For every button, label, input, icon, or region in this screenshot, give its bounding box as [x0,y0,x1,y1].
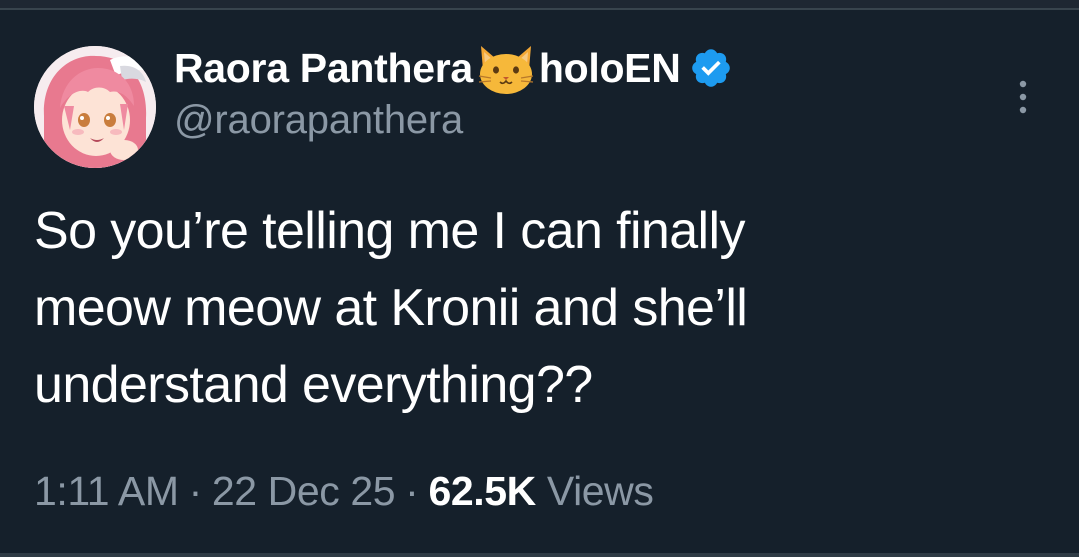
meta-separator: · [405,468,419,514]
views-count: 62.5K [428,468,536,514]
verified-badge-icon[interactable] [689,46,733,90]
avatar[interactable] [34,46,156,168]
views-label: Views [546,468,654,514]
top-divider [0,0,1079,10]
tweet-time[interactable]: 1:11 AM [34,468,179,514]
cat-face-icon [473,40,539,96]
tweet: Raora Panthera holoEN @raorapanthera So … [0,10,1079,553]
bottom-divider [0,553,1079,557]
avatar-image [34,46,156,168]
tweet-text-line: understand everything?? [34,356,593,414]
tweet-header: Raora Panthera holoEN @raorapanthera [174,40,999,143]
tweet-date[interactable]: 22 Dec 25 [212,468,396,514]
user-handle[interactable]: @raorapanthera [174,98,999,143]
tweet-text-line: So you’re telling me I can finally [34,202,745,260]
meta-separator: · [188,468,203,514]
tweet-text-line: meow meow at Kronii and she’ll [34,279,748,337]
tweet-text: So you’re telling me I can finally meow … [34,193,1044,424]
display-name-suffix[interactable]: holoEN [539,45,681,92]
name-row: Raora Panthera holoEN [174,40,999,96]
tweet-meta: 1:11 AM · 22 Dec 25 · 62.5K Views [34,468,654,515]
display-name[interactable]: Raora Panthera [174,45,473,92]
more-options-icon[interactable] [1009,78,1037,116]
